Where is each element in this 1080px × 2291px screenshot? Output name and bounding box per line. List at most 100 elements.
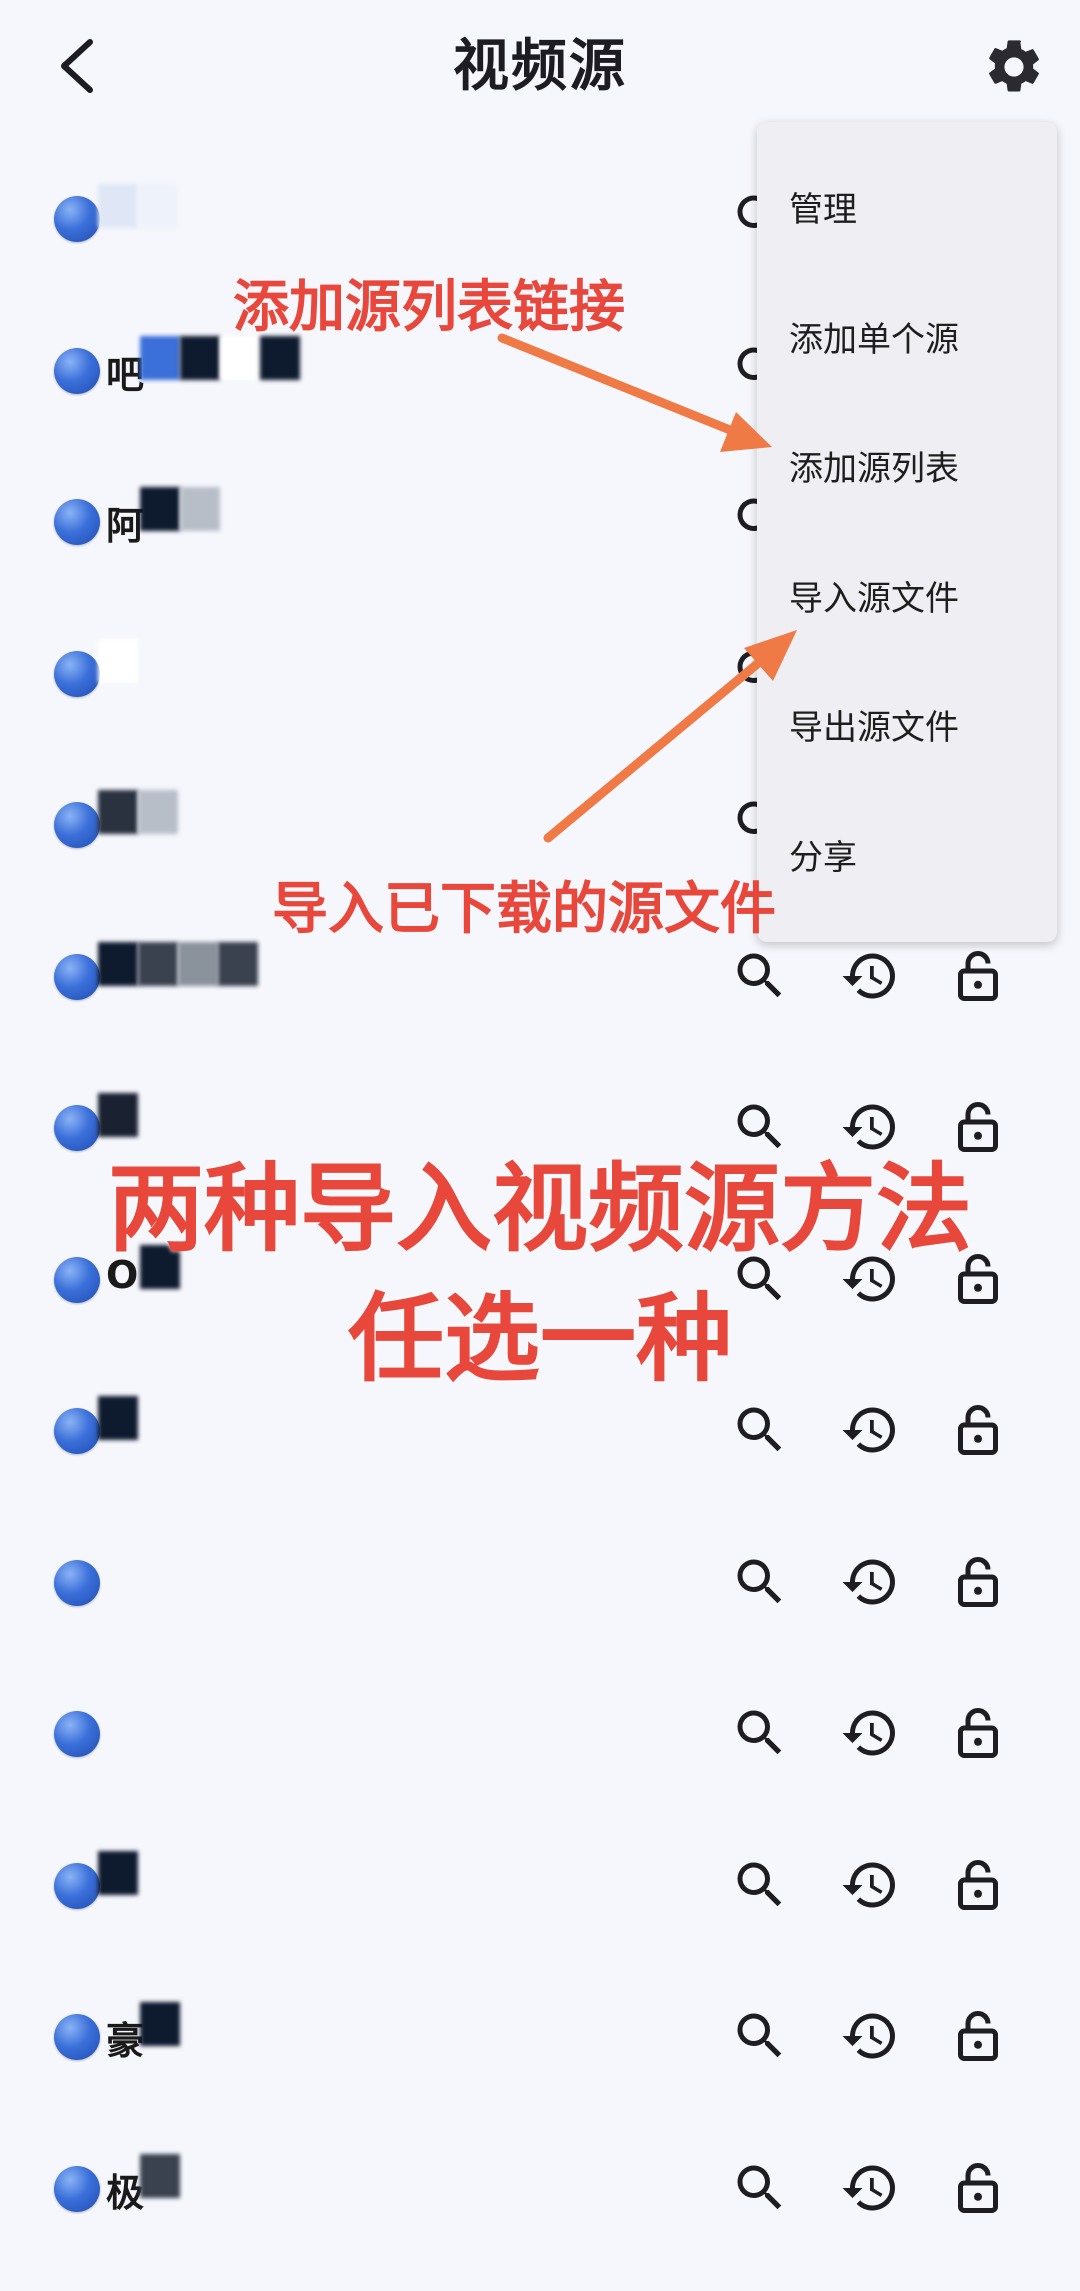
redacted-block <box>138 941 178 986</box>
search-icon <box>737 953 782 997</box>
search-icon <box>737 1710 782 1755</box>
search-button[interactable] <box>730 1855 790 1915</box>
lock-open-button[interactable] <box>948 1855 1008 1915</box>
history-icon <box>842 1559 895 1604</box>
menu-item[interactable]: 分享 <box>789 830 857 879</box>
search-icon <box>737 1559 782 1603</box>
source-dot-icon <box>54 347 100 394</box>
source-dot-icon <box>54 1711 100 1757</box>
redacted-block <box>140 2002 180 2046</box>
menu-item[interactable]: 添加源列表 <box>789 441 959 490</box>
source-row[interactable] <box>0 1494 1080 1644</box>
source-dot-icon <box>54 953 100 1000</box>
menu-item[interactable]: 管理 <box>789 182 857 231</box>
source-dot-icon <box>54 1105 100 1151</box>
redacted-block <box>140 335 180 380</box>
history-button[interactable] <box>840 2006 900 2066</box>
redacted-block <box>138 184 178 228</box>
redacted-block <box>98 184 138 228</box>
source-dot-icon <box>54 1408 100 1454</box>
headline-two-methods: 两种导入视频源方法 <box>108 1153 972 1265</box>
lock-open-icon <box>958 1405 998 1455</box>
source-name: 极 <box>106 2170 145 2215</box>
lock-open-icon <box>958 950 998 1001</box>
history-icon <box>842 2165 895 2210</box>
annotation-import-downloaded: 导入已下载的源文件 <box>272 877 776 942</box>
lock-open-button[interactable] <box>948 2158 1008 2218</box>
gear-icon <box>989 40 1039 92</box>
menu-item[interactable]: 添加单个源 <box>789 312 959 361</box>
source-name: 阿 <box>106 504 145 548</box>
redacted-block <box>218 941 258 986</box>
search-button[interactable] <box>730 2158 790 2218</box>
source-row[interactable] <box>0 1645 1080 1795</box>
redacted-block <box>98 941 138 986</box>
search-icon <box>737 1407 782 1452</box>
history-button[interactable] <box>840 1855 900 1915</box>
history-button[interactable] <box>840 1552 900 1612</box>
redacted-block <box>180 335 220 380</box>
history-icon <box>842 1710 895 1756</box>
redacted-block <box>178 941 218 986</box>
redacted-block <box>180 487 220 531</box>
history-button[interactable] <box>840 1703 900 1763</box>
redacted-block <box>98 638 138 683</box>
search-icon <box>737 2165 782 2209</box>
lock-open-button[interactable] <box>948 946 1008 1006</box>
source-dot-icon <box>54 1862 100 1909</box>
lock-open-icon <box>958 1708 998 1758</box>
source-dot-icon <box>54 196 100 242</box>
lock-open-button[interactable] <box>948 1552 1008 1612</box>
source-name: 豪 <box>106 2019 145 2063</box>
redacted-block <box>98 1850 138 1895</box>
history-button[interactable] <box>840 946 900 1006</box>
search-icon <box>737 2013 782 2058</box>
app-header: 视频源 <box>0 0 1080 135</box>
source-row[interactable]: 极 <box>0 2100 1080 2250</box>
history-icon <box>842 1862 895 1907</box>
search-button[interactable] <box>730 1097 790 1157</box>
source-dot-icon <box>54 802 100 848</box>
lock-open-button[interactable] <box>948 1097 1008 1157</box>
page-title: 视频源 <box>453 34 627 99</box>
annotation-add-list-link: 添加源列表链接 <box>233 275 625 340</box>
overflow-menu: 管理添加单个源添加源列表导入源文件导出源文件分享 <box>757 122 1057 942</box>
history-icon <box>842 2013 895 2059</box>
menu-item[interactable]: 导入源文件 <box>789 571 959 620</box>
lock-open-icon <box>958 2011 998 2061</box>
source-dot-icon <box>54 1559 100 1606</box>
source-dot-icon <box>54 650 100 697</box>
search-icon <box>737 1862 782 1906</box>
redacted-block <box>98 1396 138 1440</box>
source-row[interactable] <box>0 1797 1080 1947</box>
history-icon <box>842 953 895 998</box>
source-name: 吧 <box>106 352 145 397</box>
history-button[interactable] <box>840 2158 900 2218</box>
history-button[interactable] <box>840 1400 900 1460</box>
history-icon <box>842 1407 895 1453</box>
lock-open-icon <box>958 1556 998 1607</box>
search-button[interactable] <box>730 1703 790 1763</box>
source-dot-icon <box>54 2165 100 2212</box>
redacted-block <box>140 2153 180 2198</box>
lock-open-icon <box>958 2162 998 2213</box>
lock-open-icon <box>958 1859 998 1910</box>
history-button[interactable] <box>840 1097 900 1157</box>
search-button[interactable] <box>730 2006 790 2066</box>
search-button[interactable] <box>730 1400 790 1460</box>
lock-open-button[interactable] <box>948 1703 1008 1763</box>
source-dot-icon <box>54 2014 100 2060</box>
settings-button[interactable] <box>982 35 1046 99</box>
menu-item[interactable]: 导出源文件 <box>789 700 959 749</box>
redacted-block <box>98 1093 138 1137</box>
redacted-block <box>140 487 180 531</box>
lock-open-button[interactable] <box>948 2006 1008 2066</box>
source-row[interactable]: 豪 <box>0 1948 1080 2098</box>
redacted-block <box>98 790 138 834</box>
headline-choose-one: 任选一种 <box>348 1283 732 1395</box>
search-button[interactable] <box>730 1552 790 1612</box>
search-button[interactable] <box>730 946 790 1006</box>
history-icon <box>842 1104 895 1150</box>
lock-open-button[interactable] <box>948 1400 1008 1460</box>
source-dot-icon <box>54 499 100 545</box>
